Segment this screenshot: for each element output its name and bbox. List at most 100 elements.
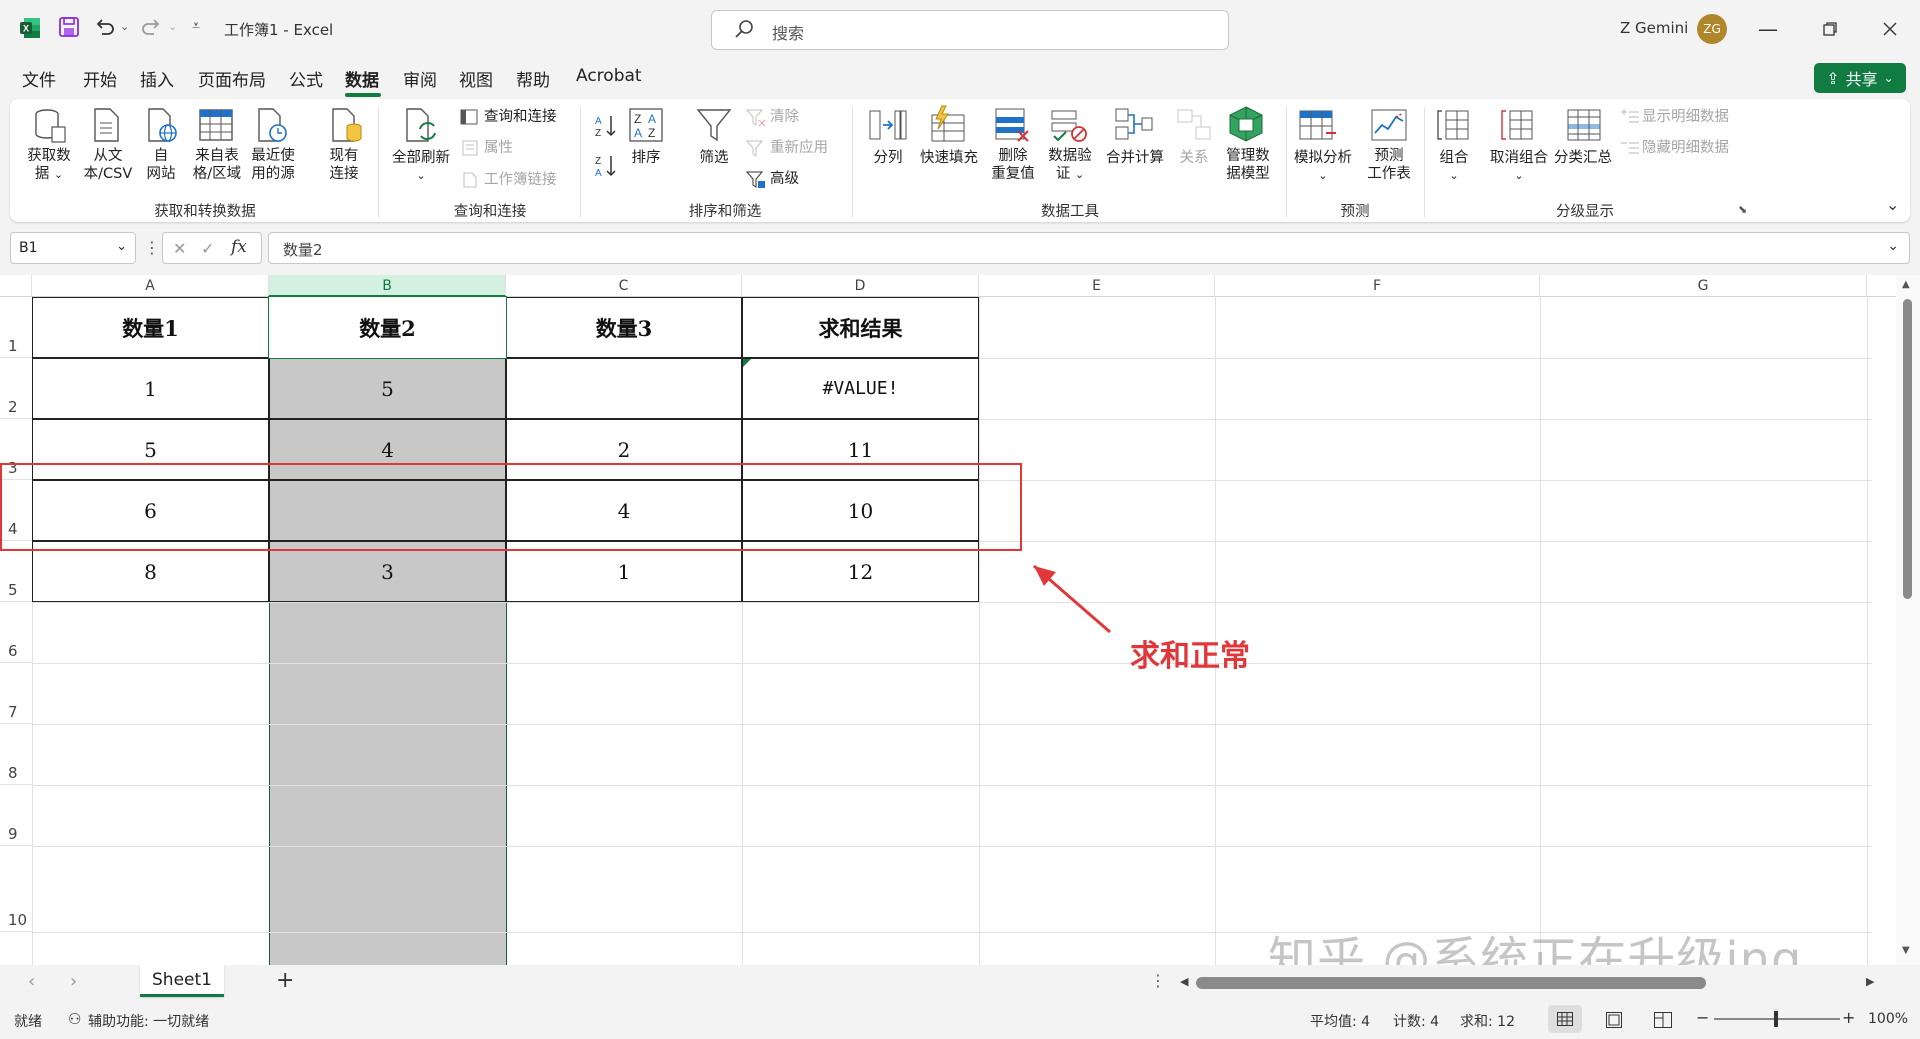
- user-name[interactable]: Z Gemini: [1620, 19, 1688, 37]
- zoom-level[interactable]: 100%: [1868, 1011, 1908, 1027]
- accessibility-status[interactable]: 辅助功能: 一切就绪: [88, 1011, 209, 1031]
- filter-button[interactable]: 筛选: [694, 149, 734, 167]
- worksheet-grid[interactable]: A B C D E F G 1 2 3 4 5 6 7 8 9 10 数量1 数…: [0, 275, 1920, 965]
- check-icon[interactable]: ✓: [201, 239, 214, 258]
- data-validation-button[interactable]: 数据验 证 ⌄: [1042, 147, 1098, 184]
- tab-acrobat[interactable]: Acrobat: [576, 66, 642, 86]
- row-header-10[interactable]: 10: [0, 846, 32, 932]
- scroll-left-icon[interactable]: ◀: [1180, 975, 1188, 988]
- row-header-6[interactable]: 6: [0, 602, 32, 663]
- cell-a2[interactable]: 1: [32, 358, 269, 419]
- scroll-up-icon[interactable]: ▲: [1902, 279, 1910, 290]
- refresh-all-button[interactable]: 全部刷新 ⌄: [388, 149, 454, 185]
- scroll-down-icon[interactable]: ▼: [1902, 945, 1910, 956]
- cell-b1[interactable]: 数量2: [269, 297, 506, 358]
- more-options-icon[interactable]: ⋮: [144, 238, 160, 257]
- reapply-button[interactable]: 重新应用: [770, 139, 828, 157]
- cell-c2[interactable]: [506, 358, 742, 419]
- zoom-out-icon[interactable]: −: [1696, 1008, 1709, 1027]
- minimize-icon[interactable]: —: [1748, 12, 1788, 46]
- clear-filter-button[interactable]: 清除: [770, 108, 799, 126]
- consolidate-button[interactable]: 合并计算: [1102, 149, 1168, 167]
- search-box[interactable]: 搜索: [711, 10, 1229, 50]
- column-header-e[interactable]: E: [979, 275, 1215, 297]
- zoom-slider-thumb[interactable]: [1774, 1011, 1778, 1027]
- tab-home[interactable]: 开始: [83, 66, 117, 91]
- row-header-7[interactable]: 7: [0, 663, 32, 724]
- cancel-icon[interactable]: ✕: [173, 239, 186, 258]
- sort-descending-icon[interactable]: ZA: [594, 153, 618, 183]
- horizontal-scroll-thumb[interactable]: [1196, 977, 1706, 989]
- redo-dropdown-icon[interactable]: ⌄: [168, 20, 177, 33]
- column-header-d[interactable]: D: [742, 275, 979, 297]
- get-data-button[interactable]: 获取数 据 ⌄: [24, 147, 74, 184]
- status-count[interactable]: 计数: 4: [1393, 1011, 1439, 1031]
- column-header-c[interactable]: C: [506, 275, 742, 297]
- recent-sources-button[interactable]: 最近使 用的源: [246, 147, 300, 183]
- sort-ascending-icon[interactable]: AZ: [594, 113, 618, 143]
- ungroup-button[interactable]: 取消组合 ⌄: [1486, 149, 1552, 185]
- tab-page-layout[interactable]: 页面布局: [198, 66, 266, 91]
- share-button[interactable]: ⇪ 共享 ⌄: [1814, 63, 1906, 93]
- select-all-corner[interactable]: [0, 275, 32, 297]
- cell-b2[interactable]: 5: [269, 358, 506, 419]
- more-options-icon[interactable]: ⋮: [1150, 971, 1166, 990]
- close-icon[interactable]: [1870, 12, 1910, 46]
- hide-detail-button[interactable]: 隐藏明细数据: [1642, 139, 1729, 157]
- page-layout-view-icon[interactable]: [1606, 1012, 1622, 1032]
- row-header-8[interactable]: 8: [0, 724, 32, 785]
- sheet-tab-sheet1[interactable]: Sheet1: [140, 965, 224, 997]
- cell-c1[interactable]: 数量3: [506, 297, 742, 358]
- text-to-columns-button[interactable]: 分列: [866, 149, 910, 167]
- name-box[interactable]: B1 ⌄: [10, 232, 136, 264]
- remove-duplicates-button[interactable]: 删除 重复值: [990, 147, 1036, 183]
- insert-function-icon[interactable]: fx: [231, 237, 247, 257]
- normal-view-icon[interactable]: [1548, 1005, 1582, 1033]
- redo-icon[interactable]: [140, 16, 162, 38]
- status-average[interactable]: 平均值: 4: [1310, 1011, 1370, 1031]
- cell-a1[interactable]: 数量1: [32, 297, 269, 358]
- formula-input[interactable]: 数量2 ⌄: [268, 232, 1910, 264]
- from-table-range-button[interactable]: 来自表 格/区域: [190, 147, 244, 183]
- relationships-button[interactable]: 关系: [1174, 149, 1214, 167]
- forecast-sheet-button[interactable]: 预测 工作表: [1362, 147, 1416, 183]
- tab-review[interactable]: 审阅: [403, 66, 437, 91]
- from-web-button[interactable]: 自 网站: [144, 147, 178, 183]
- collapse-ribbon-icon[interactable]: ⌄: [1886, 195, 1899, 214]
- prev-sheet-icon[interactable]: ‹: [28, 971, 35, 992]
- group-button[interactable]: 组合 ⌄: [1432, 149, 1476, 185]
- subtotal-button[interactable]: 分类汇总: [1550, 149, 1616, 167]
- column-header-b[interactable]: B: [269, 275, 506, 297]
- add-sheet-icon[interactable]: +: [276, 968, 294, 993]
- manage-data-model-button[interactable]: 管理数 据模型: [1220, 147, 1276, 183]
- tab-help[interactable]: 帮助: [516, 66, 550, 91]
- workbook-links-button[interactable]: 工作簿链接: [484, 171, 557, 189]
- row-header-2[interactable]: 2: [0, 358, 32, 419]
- zoom-in-icon[interactable]: +: [1842, 1008, 1855, 1027]
- column-header-f[interactable]: F: [1215, 275, 1540, 297]
- dialog-launcher-icon[interactable]: ⬊: [1738, 203, 1747, 216]
- tab-view[interactable]: 视图: [459, 66, 493, 91]
- scroll-thumb[interactable]: [1903, 299, 1912, 599]
- sort-button[interactable]: 排序: [628, 149, 664, 167]
- tab-data[interactable]: 数据: [345, 66, 379, 91]
- column-header-a[interactable]: A: [32, 275, 269, 297]
- cell-d2[interactable]: #VALUE!: [742, 358, 979, 419]
- restore-icon[interactable]: [1810, 12, 1850, 46]
- tab-formulas[interactable]: 公式: [289, 66, 323, 91]
- queries-connections-button[interactable]: 查询和连接: [484, 108, 557, 126]
- undo-icon[interactable]: [94, 16, 116, 38]
- tab-insert[interactable]: 插入: [140, 66, 174, 91]
- existing-connections-button[interactable]: 现有 连接: [324, 147, 364, 183]
- properties-button[interactable]: 属性: [484, 139, 513, 157]
- scroll-right-icon[interactable]: ▶: [1866, 975, 1874, 988]
- avatar[interactable]: ZG: [1697, 14, 1727, 44]
- what-if-analysis-button[interactable]: 模拟分析 ⌄: [1290, 149, 1356, 185]
- undo-dropdown-icon[interactable]: ⌄: [120, 20, 129, 33]
- advanced-filter-button[interactable]: 高级: [770, 170, 799, 188]
- column-header-g[interactable]: G: [1540, 275, 1867, 297]
- page-break-view-icon[interactable]: [1654, 1012, 1672, 1032]
- next-sheet-icon[interactable]: ›: [70, 971, 77, 992]
- status-sum[interactable]: 求和: 12: [1460, 1011, 1515, 1031]
- show-detail-button[interactable]: 显示明细数据: [1642, 108, 1729, 126]
